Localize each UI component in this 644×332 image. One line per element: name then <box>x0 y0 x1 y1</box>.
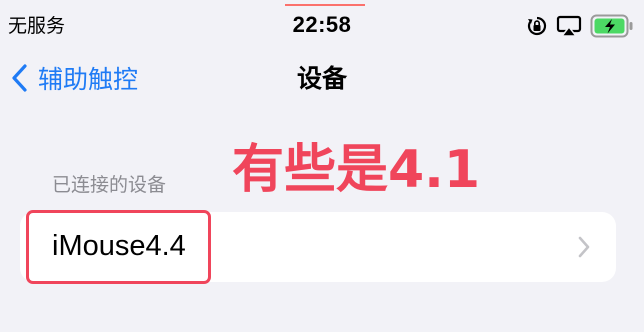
annotation-text: 有些是4.1 <box>232 140 481 200</box>
background-bottom <box>0 306 644 332</box>
navigation-bar: 辅助触控 设备 <box>0 52 644 108</box>
status-bar: 无服务 22:58 <box>0 0 644 52</box>
battery-charging-icon <box>590 13 634 39</box>
page-title: 设备 <box>296 64 347 93</box>
annotation-highlight-box <box>26 210 211 284</box>
airplay-icon <box>556 15 582 37</box>
chevron-right-icon <box>578 236 590 262</box>
status-icons <box>526 12 634 40</box>
section-header-connected-devices: 已连接的设备 <box>52 174 167 196</box>
screen-recording-indicator <box>285 0 365 6</box>
orientation-lock-icon <box>526 15 548 37</box>
